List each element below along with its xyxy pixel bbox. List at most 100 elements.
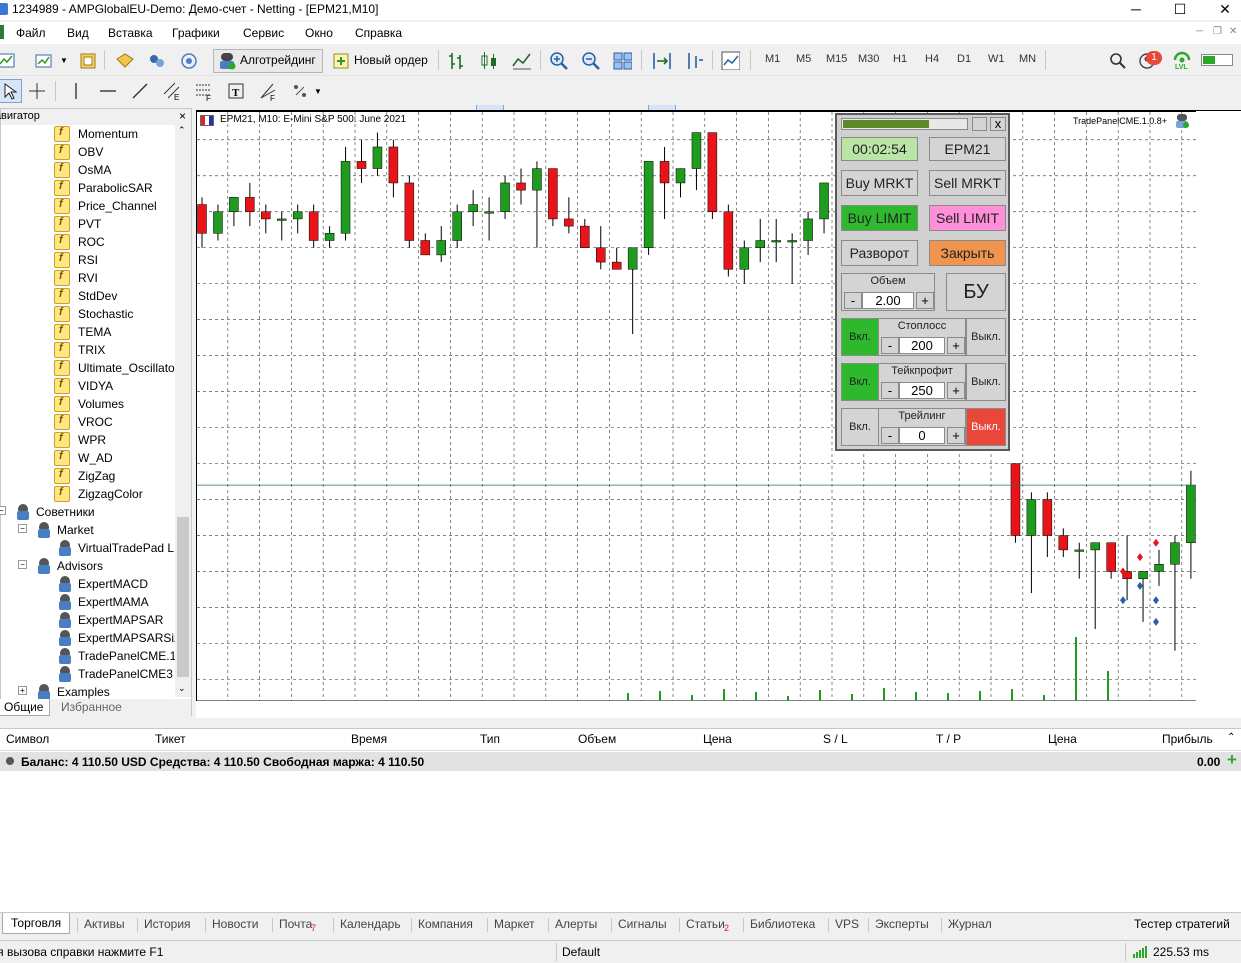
toolbox-tab[interactable]: Активы xyxy=(84,917,125,931)
stoploss-input[interactable]: 200 xyxy=(899,337,945,354)
takeprofit-input[interactable]: 250 xyxy=(899,382,945,399)
advisor-item[interactable]: ExpertMACD xyxy=(1,575,175,593)
new-chart-icon[interactable] xyxy=(0,51,16,71)
navigator-close-icon[interactable]: × xyxy=(179,109,186,123)
indicator-item[interactable]: ParabolicSAR xyxy=(1,179,175,197)
toolbox-tab[interactable]: Компания xyxy=(418,917,473,931)
chart-shift-icon[interactable] xyxy=(651,50,671,70)
shapes-icon[interactable] xyxy=(290,81,310,101)
strategy-tester-tab[interactable]: Тестер стратегий xyxy=(1134,917,1230,931)
toolbox-tab[interactable]: Маркет xyxy=(494,917,535,931)
advisor-item[interactable]: TradePanelCME.1. xyxy=(1,647,180,665)
toolbox-tab[interactable]: Календарь xyxy=(340,917,401,931)
indicator-item[interactable]: OBV xyxy=(1,143,175,161)
indicator-item[interactable]: StdDev xyxy=(1,287,175,305)
fibonacci-retracement-icon[interactable]: F xyxy=(194,81,214,101)
vertical-line-icon[interactable] xyxy=(66,81,86,101)
stoploss-minus-button[interactable]: - xyxy=(881,337,899,354)
tab-favorites[interactable]: Избранное xyxy=(55,699,128,716)
menu-view[interactable]: Вид xyxy=(67,26,89,40)
indicator-item[interactable]: RSI xyxy=(1,251,175,269)
chart-menu-icon[interactable] xyxy=(0,25,4,39)
search-icon[interactable] xyxy=(1108,51,1128,71)
trailing-input[interactable]: 0 xyxy=(899,427,945,444)
horizontal-line-icon[interactable] xyxy=(98,81,118,101)
col-symbol[interactable]: Символ xyxy=(6,732,49,746)
profiles-icon[interactable] xyxy=(34,51,54,71)
timeframe-m5[interactable]: M5 xyxy=(796,53,811,65)
indicator-item[interactable]: VIDYA xyxy=(1,377,175,395)
scroll-down-icon[interactable]: ⌄ xyxy=(178,683,186,694)
close-position-button[interactable]: Закрыть xyxy=(929,240,1006,266)
toolbox-tab[interactable]: Почта xyxy=(279,917,312,931)
col-profit[interactable]: Прибыль xyxy=(1162,732,1213,746)
cursor-icon[interactable] xyxy=(0,81,20,101)
crosshair-icon[interactable] xyxy=(27,81,47,101)
shapes-dropdown-icon[interactable]: ▼ xyxy=(314,87,322,96)
trailing-off-button[interactable]: Выкл. xyxy=(966,408,1006,446)
stoploss-on-button[interactable]: Вкл. xyxy=(841,318,879,356)
sell-limit-button[interactable]: Sell LIMIT xyxy=(929,205,1006,231)
volume-minus-button[interactable]: - xyxy=(844,292,862,309)
indicator-item[interactable]: RVI xyxy=(1,269,175,287)
col-time[interactable]: Время xyxy=(351,732,387,746)
timeframe-h1[interactable]: H1 xyxy=(893,53,907,65)
stoploss-plus-button[interactable]: + xyxy=(947,337,965,354)
indicator-item[interactable]: TEMA xyxy=(1,323,175,341)
indicator-item[interactable]: Stochastic xyxy=(1,305,175,323)
trailing-on-button[interactable]: Вкл. xyxy=(841,408,879,446)
volume-plus-button[interactable]: + xyxy=(916,292,934,309)
toolbox-tab[interactable]: Библиотека xyxy=(750,917,815,931)
indicator-item[interactable]: WPR xyxy=(1,431,175,449)
add-icon[interactable]: + xyxy=(1227,750,1237,770)
panel-minimize-button[interactable] xyxy=(972,117,987,131)
advisor-item[interactable]: ExpertMAPSAR xyxy=(1,611,175,629)
maximize-icon[interactable]: ☐ xyxy=(1157,0,1203,20)
advisor-item[interactable]: TradePanelCME3 xyxy=(1,665,175,683)
takeprofit-off-button[interactable]: Выкл. xyxy=(966,363,1006,401)
tree-expander-icon[interactable]: − xyxy=(0,506,6,515)
breakeven-button[interactable]: БУ xyxy=(946,273,1006,311)
price-chart[interactable]: 3893.503891.003888.503886.003883.503881.… xyxy=(196,111,1196,701)
menu-file[interactable]: Файл xyxy=(16,26,46,40)
col-volume[interactable]: Объем xyxy=(578,732,616,746)
zoom-out-icon[interactable] xyxy=(580,50,600,70)
navigator-icon[interactable] xyxy=(147,51,167,71)
volume-input[interactable]: 2.00 xyxy=(862,292,914,309)
col-ticket[interactable]: Тикет xyxy=(155,732,186,746)
toolbox-tab[interactable]: Сигналы xyxy=(618,917,667,931)
timeframe-m1[interactable]: M1 xyxy=(765,53,780,65)
toolbox-tab[interactable]: Статьи xyxy=(686,917,725,931)
toolbox-tab[interactable]: VPS xyxy=(835,917,859,931)
child-restore-icon[interactable]: ❐ xyxy=(1213,26,1222,37)
tree-folder-advisors-sub[interactable]: − Advisors xyxy=(1,557,175,575)
indicator-item[interactable]: Ultimate_Oscillato xyxy=(1,359,175,377)
tree-expander-icon[interactable]: + xyxy=(18,686,27,695)
menu-insert[interactable]: Вставка xyxy=(108,26,153,40)
profile-name[interactable]: Default xyxy=(562,945,600,959)
algotrading-button[interactable]: Алготрейдинг xyxy=(213,49,323,73)
takeprofit-on-button[interactable]: Вкл. xyxy=(841,363,879,401)
trailing-plus-button[interactable]: + xyxy=(947,427,965,444)
timeframe-mn[interactable]: MN xyxy=(1019,53,1036,65)
menu-tools[interactable]: Сервис xyxy=(243,26,284,40)
columns-scroll-icon[interactable]: ⌃ xyxy=(1227,732,1235,743)
autoscroll-icon[interactable] xyxy=(683,50,703,70)
text-tool-icon[interactable]: T xyxy=(226,81,246,101)
indicator-item[interactable]: W_AD xyxy=(1,449,175,467)
tree-expander-icon[interactable]: − xyxy=(18,560,27,569)
toolbox-tab[interactable]: Журнал xyxy=(948,917,992,931)
toolbox-tab[interactable]: Новости xyxy=(212,917,258,931)
indicator-item[interactable]: Volumes xyxy=(1,395,175,413)
col-current-price[interactable]: Цена xyxy=(1048,732,1077,746)
balance-row[interactable]: Баланс: 4 110.50 USD Средства: 4 110.50 … xyxy=(0,750,1241,771)
tab-common[interactable]: Общие xyxy=(0,699,51,716)
child-minimize-icon[interactable]: ─ xyxy=(1196,26,1203,37)
indicator-item[interactable]: ZigZag xyxy=(1,467,175,485)
timeframe-m30[interactable]: M30 xyxy=(858,53,879,65)
child-close-icon[interactable]: ✕ xyxy=(1229,26,1237,37)
toolbox-tab[interactable]: Торговля xyxy=(2,913,71,934)
toolbox-tab[interactable]: Алерты xyxy=(555,917,597,931)
dropdown-arrow-icon[interactable]: ▼ xyxy=(60,56,68,65)
signals-icon[interactable] xyxy=(179,51,199,71)
